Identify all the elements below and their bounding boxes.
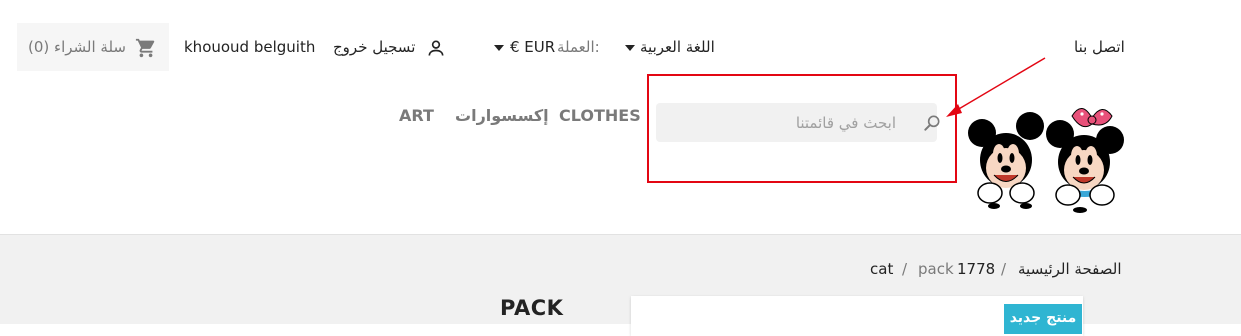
cart-label[interactable]: سلة الشراء (0) [28,38,126,56]
chevron-down-icon[interactable] [494,45,504,51]
breadcrumb-separator: / [902,260,908,278]
breadcrumb-home[interactable]: الصفحة الرئيسية [1018,260,1122,278]
menu-item-accessories[interactable]: إكسسوارات [455,106,549,125]
search-input[interactable] [656,103,896,142]
chevron-down-icon[interactable] [625,45,635,51]
user-icon [428,40,444,56]
search-widget [656,103,937,142]
language-selector[interactable]: اللغة العربية [640,38,715,56]
menu-item-art[interactable]: ART [399,106,434,125]
shopping-cart-icon [135,38,155,58]
menu-item-clothes[interactable]: CLOTHES [559,106,641,125]
page-title: PACK [500,296,564,320]
breadcrumb-cat[interactable]: cat [870,260,893,278]
new-product-badge: منتج جديد [1004,304,1082,334]
breadcrumb-separator: / [1001,260,1007,278]
currency-label: العملة: [557,38,600,56]
mickey-minnie-logo[interactable] [960,98,1130,218]
account-name[interactable]: khououd belguith [184,38,315,56]
logout-link[interactable]: تسجيل خروج [333,38,415,56]
currency-selector[interactable]: € EUR [510,38,555,56]
breadcrumb-pack[interactable]: pack [918,260,954,278]
search-icon[interactable] [922,113,942,133]
breadcrumb-pack-number[interactable]: 1778 [957,260,995,278]
contact-link[interactable]: اتصل بنا [1074,38,1125,56]
